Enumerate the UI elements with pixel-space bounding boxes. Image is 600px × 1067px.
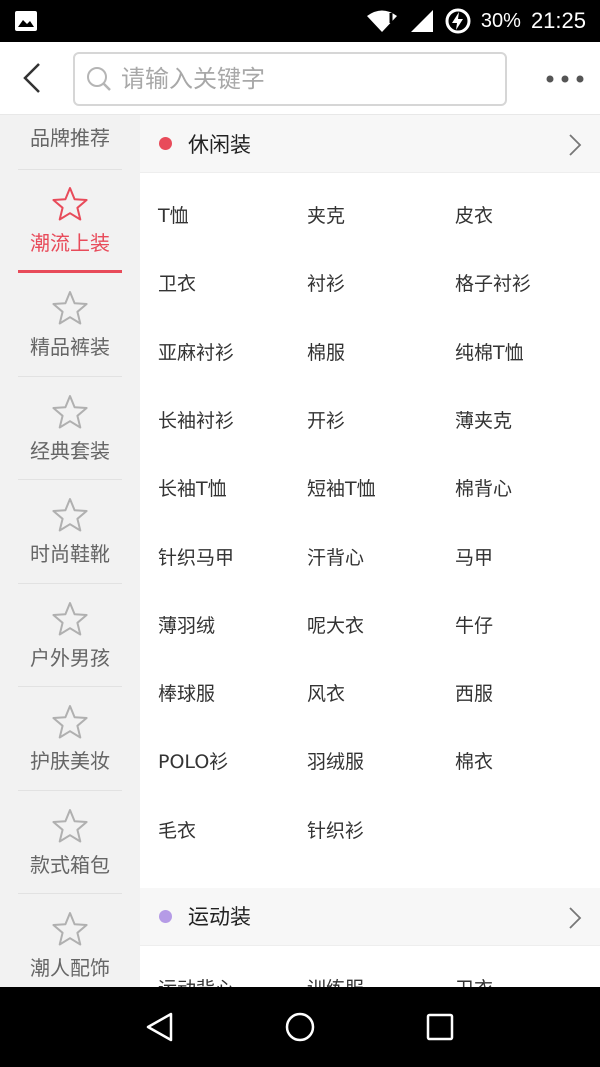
search-input[interactable] bbox=[121, 65, 481, 93]
category-item[interactable]: 牛仔 bbox=[455, 611, 493, 638]
category-item[interactable]: 衬衫 bbox=[307, 269, 345, 296]
signal-icon bbox=[410, 10, 433, 32]
battery-charging-icon bbox=[445, 8, 471, 34]
sidebar-item-label: 时尚鞋靴 bbox=[30, 542, 110, 566]
category-item[interactable]: 针织马甲 bbox=[158, 543, 234, 570]
section-header[interactable]: 休闲装 bbox=[140, 115, 600, 173]
sidebar-item-7[interactable]: 护肤美妆 bbox=[18, 688, 122, 791]
category-item[interactable]: T恤 bbox=[158, 201, 189, 228]
category-item[interactable]: 短袖T恤 bbox=[307, 474, 376, 501]
category-item[interactable]: 呢大衣 bbox=[307, 611, 364, 638]
category-item[interactable]: 汗背心 bbox=[307, 543, 364, 570]
search-icon bbox=[87, 67, 111, 91]
category-item[interactable]: 卫衣 bbox=[158, 269, 196, 296]
section-title: 运动装 bbox=[188, 905, 251, 930]
category-item[interactable]: 夹克 bbox=[307, 201, 345, 228]
section-header[interactable]: 运动装 bbox=[140, 887, 600, 946]
star-icon bbox=[52, 601, 88, 635]
star-icon bbox=[52, 705, 88, 739]
category-item[interactable]: 薄羽绒 bbox=[158, 611, 215, 638]
status-right: 30% 21:25 bbox=[365, 8, 586, 34]
sidebar-item-label: 精品裤装 bbox=[30, 335, 110, 359]
battery-percent: 30% bbox=[480, 9, 521, 32]
sidebar-item-3[interactable]: 精品裤装 bbox=[18, 274, 122, 377]
clock: 21:25 bbox=[530, 8, 586, 33]
category-item[interactable]: 棉衣 bbox=[455, 747, 493, 774]
sidebar-item-9[interactable]: 潮人配饰 bbox=[18, 895, 122, 988]
sidebar-item-6[interactable]: 户外男孩 bbox=[18, 584, 122, 687]
chevron-right-icon bbox=[569, 134, 582, 156]
category-item[interactable]: 皮衣 bbox=[455, 201, 493, 228]
navigation-bar bbox=[0, 987, 600, 1067]
category-sidebar: 品牌推荐潮流上装精品裤装经典套装时尚鞋靴户外男孩护肤美妆款式箱包潮人配饰 bbox=[0, 115, 140, 987]
category-item[interactable]: 长袖衬衫 bbox=[158, 406, 234, 433]
category-item[interactable]: 薄夹克 bbox=[455, 406, 512, 433]
category-item[interactable]: 西服 bbox=[455, 679, 493, 706]
category-item[interactable]: 针织衫 bbox=[307, 816, 364, 843]
triangle-back-icon bbox=[146, 1012, 173, 1042]
more-button[interactable] bbox=[530, 42, 600, 115]
sidebar-item-label: 护肤美妆 bbox=[30, 749, 110, 773]
sidebar-item-5[interactable]: 时尚鞋靴 bbox=[18, 481, 122, 584]
star-icon bbox=[52, 808, 88, 842]
category-item[interactable]: 纯棉T恤 bbox=[455, 338, 524, 365]
status-bar: 30% 21:25 bbox=[0, 0, 600, 42]
category-item[interactable]: 马甲 bbox=[455, 543, 493, 570]
category-item[interactable]: 风衣 bbox=[307, 679, 345, 706]
status-left bbox=[14, 10, 38, 32]
sidebar-item-2[interactable]: 潮流上装 bbox=[18, 170, 122, 273]
section-dot bbox=[159, 909, 172, 923]
more-dots-icon bbox=[546, 75, 584, 82]
wifi-icon bbox=[366, 10, 397, 32]
category-item[interactable]: 棒球服 bbox=[158, 679, 215, 706]
nav-home-button[interactable] bbox=[270, 997, 330, 1057]
star-icon bbox=[52, 394, 88, 428]
category-item[interactable]: 棉背心 bbox=[455, 474, 512, 501]
sidebar-item-label: 户外男孩 bbox=[30, 645, 110, 670]
category-item[interactable]: 棉服 bbox=[307, 338, 345, 365]
star-icon bbox=[52, 291, 88, 325]
back-button[interactable] bbox=[0, 42, 64, 115]
sidebar-item-1[interactable]: 品牌推荐 bbox=[18, 115, 122, 170]
chevron-left-icon bbox=[23, 63, 40, 93]
category-item[interactable]: 毛衣 bbox=[158, 816, 196, 843]
sidebar-item-4[interactable]: 经典套装 bbox=[18, 377, 122, 480]
section-dot bbox=[159, 137, 172, 150]
star-icon bbox=[52, 186, 88, 220]
category-item[interactable]: 格子衬衫 bbox=[455, 269, 531, 296]
category-item[interactable]: 羽绒服 bbox=[307, 747, 364, 774]
category-item[interactable]: 开衫 bbox=[307, 406, 345, 433]
square-recents-icon bbox=[426, 1013, 454, 1041]
sidebar-item-label: 潮流上装 bbox=[30, 230, 110, 255]
top-bar bbox=[0, 42, 600, 115]
search-box[interactable] bbox=[73, 52, 507, 106]
sidebar-item-label: 款式箱包 bbox=[30, 852, 110, 877]
circle-home-icon bbox=[285, 1012, 315, 1042]
category-item[interactable]: 运动背心 bbox=[158, 974, 234, 987]
category-item[interactable]: 卫衣 bbox=[455, 974, 493, 987]
category-item[interactable]: 训练服 bbox=[307, 974, 364, 987]
sidebar-item-8[interactable]: 款式箱包 bbox=[18, 791, 122, 894]
image-notification-icon bbox=[15, 11, 37, 31]
category-item[interactable]: POLO衫 bbox=[158, 747, 228, 774]
sidebar-item-label: 经典套装 bbox=[30, 438, 110, 463]
chevron-right-icon bbox=[569, 907, 582, 929]
category-content: 休闲装 T恤 夹克 皮衣卫衣 衬衫 格子衬衫亚麻衬衫 棉服 纯棉T恤长袖衬衫 开衫 薄夹克长袖T恤… bbox=[140, 115, 600, 987]
sidebar-item-label: 潮人配饰 bbox=[30, 956, 110, 980]
category-item[interactable]: 长袖T恤 bbox=[158, 474, 227, 501]
sidebar-item-label: 品牌推荐 bbox=[30, 126, 110, 150]
category-item[interactable]: 亚麻衬衫 bbox=[158, 338, 234, 365]
nav-back-button[interactable] bbox=[130, 997, 190, 1057]
section-title: 休闲装 bbox=[188, 132, 251, 157]
star-icon bbox=[52, 912, 88, 946]
star-icon bbox=[52, 498, 88, 532]
nav-recents-button[interactable] bbox=[410, 997, 470, 1057]
